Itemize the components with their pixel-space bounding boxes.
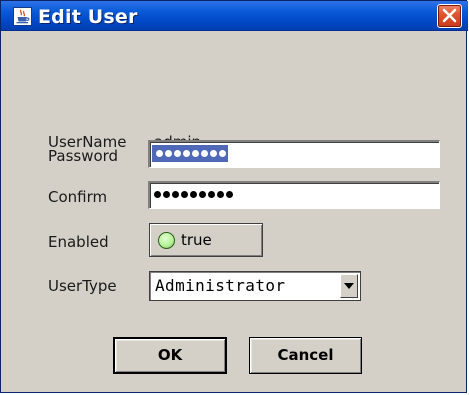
mask-dot (226, 191, 233, 198)
enabled-label: Enabled (48, 233, 109, 251)
mask-dot (190, 191, 197, 198)
mask-dot (181, 191, 188, 198)
mask-dot (154, 191, 161, 198)
enabled-toggle[interactable]: true (149, 223, 263, 257)
mask-dot (217, 191, 224, 198)
mask-dot (172, 191, 179, 198)
edit-user-dialog: Edit User UserName admin Password Confir… (0, 0, 468, 393)
confirm-label: Confirm (48, 188, 108, 206)
mask-dot (199, 191, 206, 198)
mask-dot (174, 150, 181, 157)
cancel-button[interactable]: Cancel (249, 337, 362, 374)
password-selection (152, 145, 228, 162)
mask-dot (201, 150, 208, 157)
chevron-down-icon (344, 283, 354, 289)
close-button[interactable] (437, 4, 462, 28)
confirm-field[interactable] (148, 181, 440, 209)
usertype-value: Administrator (155, 276, 286, 295)
usertype-select[interactable]: Administrator (149, 271, 361, 301)
java-cup-icon (13, 7, 32, 26)
ok-button[interactable]: OK (113, 337, 227, 374)
mask-dot (219, 150, 226, 157)
mask-dot (192, 150, 199, 157)
usertype-label: UserType (48, 277, 117, 295)
status-led-icon (158, 232, 175, 249)
mask-dot (156, 150, 163, 157)
mask-dot (163, 191, 170, 198)
enabled-value: true (181, 231, 212, 249)
password-label: Password (48, 147, 119, 165)
close-icon (442, 8, 457, 23)
mask-dot (208, 191, 215, 198)
dropdown-button[interactable] (340, 274, 358, 298)
password-field[interactable] (148, 140, 440, 168)
title-bar[interactable]: Edit User (1, 1, 468, 31)
window-title: Edit User (38, 6, 138, 28)
mask-dot (210, 150, 217, 157)
mask-dot (165, 150, 172, 157)
mask-dot (183, 150, 190, 157)
